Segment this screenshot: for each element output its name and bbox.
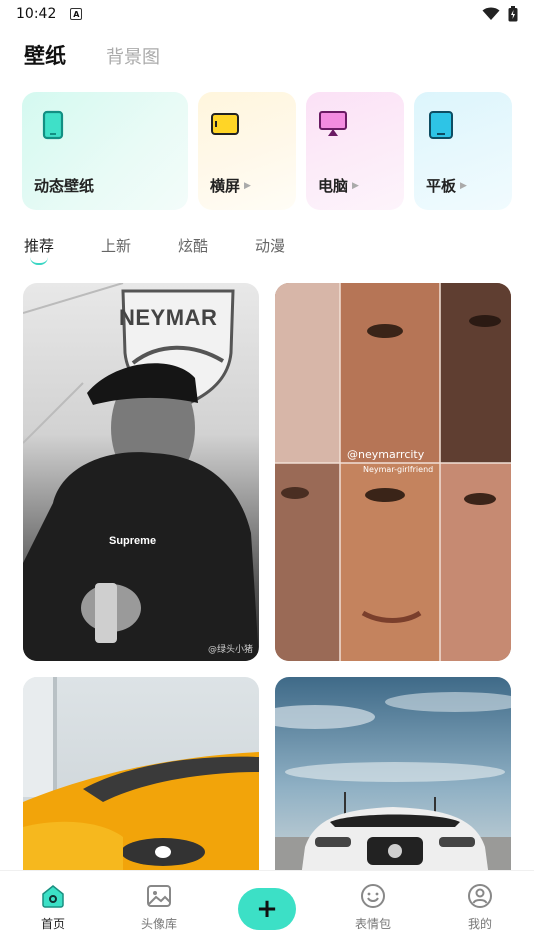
nav-avatar-library[interactable]: 头像库 (129, 883, 189, 932)
add-button[interactable]: + (238, 888, 296, 930)
feed-tabs: 推荐 上新 炫酷 动漫 (24, 235, 285, 265)
category-landscape[interactable]: 横屏 ▶ (198, 92, 296, 210)
status-time: 10:42 (16, 6, 57, 22)
emoji-icon (361, 884, 385, 908)
neymar-bw-photo (23, 283, 259, 661)
top-tabs: 壁纸 背景图 (24, 40, 160, 70)
profile-icon (468, 884, 492, 908)
nav-home[interactable]: 首页 (23, 883, 83, 932)
wallpaper-text: Supreme (109, 535, 157, 547)
wallpaper-text: @neymarrcity (347, 448, 425, 461)
arrow-right-icon: ▶ (460, 180, 467, 191)
category-computer[interactable]: 电脑 ▶ (306, 92, 404, 210)
wifi-icon (482, 7, 500, 20)
a-icon: A (70, 8, 83, 20)
bottom-nav: 首页 头像库 + 表情包 我的 (0, 870, 534, 950)
home-icon (42, 885, 64, 908)
tab-anime[interactable]: 动漫 (255, 235, 285, 256)
wallpaper-card[interactable]: @neymarrcity Neymar-girlfriend (275, 283, 511, 661)
watermark: @绿头小猪 (207, 645, 253, 655)
wallpaper-text: Neymar-girlfriend (363, 465, 434, 474)
category-live-wallpaper[interactable]: 动态壁纸 (22, 92, 188, 210)
tab-background[interactable]: 背景图 (106, 43, 160, 69)
category-label: 电脑 ▶ (318, 177, 359, 195)
category-label: 动态壁纸 (34, 177, 95, 195)
monitor-icon (319, 111, 347, 136)
image-icon (147, 885, 171, 907)
category-row: 动态壁纸 横屏 ▶ 电脑 ▶ 平板 ▶ (22, 92, 512, 210)
yellow-car-photo (23, 677, 259, 877)
wallpaper-card[interactable] (275, 677, 511, 877)
category-tablet[interactable]: 平板 ▶ (414, 92, 512, 210)
phone-icon (42, 110, 64, 140)
battery-icon (508, 6, 518, 22)
status-bar: 10:42 A (0, 0, 534, 28)
tab-recommend[interactable]: 推荐 (24, 235, 54, 265)
nav-profile[interactable]: 我的 (450, 883, 510, 932)
category-label: 平板 ▶ (426, 177, 467, 195)
tablet-icon (429, 111, 453, 139)
wallpaper-card[interactable] (23, 677, 259, 877)
category-label: 横屏 ▶ (210, 177, 251, 195)
nav-stickers[interactable]: 表情包 (343, 883, 403, 932)
add-icon: + (256, 894, 278, 924)
arrow-right-icon: ▶ (352, 180, 359, 191)
tab-cool[interactable]: 炫酷 (178, 235, 208, 256)
tab-new[interactable]: 上新 (101, 235, 131, 256)
tab-wallpaper[interactable]: 壁纸 (24, 40, 66, 70)
wallpaper-card[interactable]: NEYMAR Supreme @绿头小猪 (23, 283, 259, 661)
arrow-right-icon: ▶ (244, 180, 251, 191)
landscape-icon (211, 113, 239, 135)
white-car-photo (275, 692, 511, 877)
wallpaper-text: NEYMAR (119, 305, 218, 330)
